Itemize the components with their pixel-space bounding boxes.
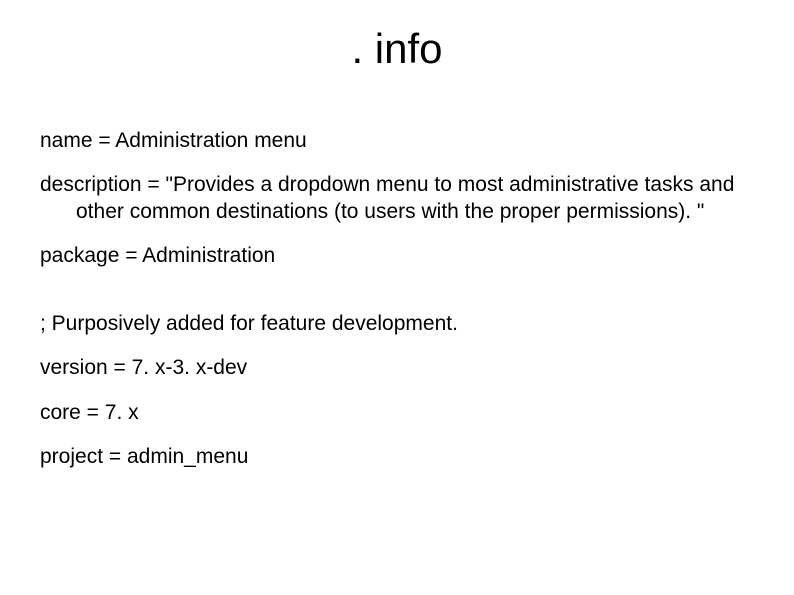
info-project-line: project = admin_menu: [40, 444, 754, 470]
info-description-line: description = "Provides a dropdown menu …: [40, 172, 754, 225]
content-block: name = Administration menu description =…: [40, 128, 754, 488]
info-name-line: name = Administration menu: [40, 128, 754, 154]
info-core-line: core = 7. x: [40, 400, 754, 426]
info-package-line: package = Administration: [40, 243, 754, 269]
page-title: . info: [0, 25, 794, 73]
info-version-line: version = 7. x-3. x-dev: [40, 355, 754, 381]
info-comment-line: ; Purposively added for feature developm…: [40, 311, 754, 337]
